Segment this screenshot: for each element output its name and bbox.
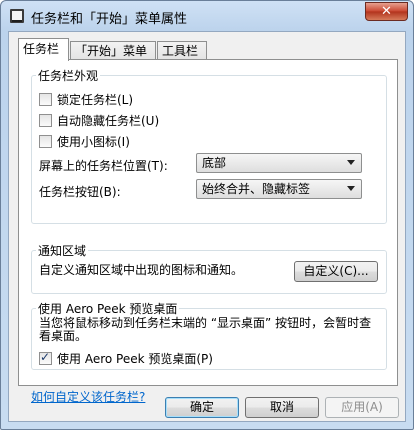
notification-legend: 通知区域 <box>36 242 89 259</box>
dialog-client-area: 任务栏 「开始」菜单 工具栏 任务栏外观 锁定任务栏(L) 自动隐藏任务栏(U)… <box>8 31 406 422</box>
small-icons-label: 使用小图标(I) <box>57 135 130 149</box>
title-bar[interactable]: 任务栏和「开始」菜单属性 ✕ <box>1 1 413 31</box>
window-title: 任务栏和「开始」菜单属性 <box>31 12 188 27</box>
aeropeek-description: 当您将鼠标移动到任务栏末端的 “显示桌面” 按钮时，会暂时查看桌面。 <box>39 316 372 343</box>
help-link[interactable]: 如何自定义该任务栏? <box>31 388 145 405</box>
taskbar-properties-icon <box>10 9 24 23</box>
tab-start-menu[interactable]: 「开始」菜单 <box>70 41 156 60</box>
close-icon: ✕ <box>381 4 392 19</box>
position-select[interactable]: 底部 <box>196 153 362 173</box>
tab-toolbars[interactable]: 工具栏 <box>157 41 207 60</box>
lock-taskbar-row[interactable]: 锁定任务栏(L) <box>39 91 133 108</box>
tab-taskbar[interactable]: 任务栏 <box>18 38 69 61</box>
close-button[interactable]: ✕ <box>365 2 408 21</box>
aeropeek-legend: 使用 Aero Peek 预览桌面 <box>36 300 180 317</box>
properties-window: 任务栏和「开始」菜单属性 ✕ 任务栏 「开始」菜单 工具栏 任务栏外观 锁定任务… <box>0 0 414 430</box>
chevron-down-icon <box>347 186 355 191</box>
autohide-row[interactable]: 自动隐藏任务栏(U) <box>39 112 159 129</box>
cancel-button[interactable]: 取消 <box>245 397 319 418</box>
lock-taskbar-checkbox[interactable] <box>39 93 52 106</box>
autohide-label: 自动隐藏任务栏(U) <box>57 114 160 128</box>
small-icons-checkbox[interactable] <box>39 135 52 148</box>
position-label: 屏幕上的任务栏位置(T): <box>39 159 168 173</box>
notification-text: 自定义通知区域中出现的图标和通知。 <box>39 263 244 277</box>
chevron-down-icon <box>347 160 355 165</box>
aeropeek-row[interactable]: 使用 Aero Peek 预览桌面(P) <box>39 350 213 367</box>
buttons-select[interactable]: 始终合并、隐藏标签 <box>196 179 362 199</box>
lock-taskbar-label: 锁定任务栏(L) <box>57 93 134 107</box>
buttons-value: 始终合并、隐藏标签 <box>202 182 311 196</box>
buttons-label: 任务栏按钮(B): <box>39 185 121 199</box>
tab-panel: 任务栏外观 锁定任务栏(L) 自动隐藏任务栏(U) 使用小图标(I) 屏幕上的任… <box>18 59 398 404</box>
autohide-checkbox[interactable] <box>39 114 52 127</box>
appearance-legend: 任务栏外观 <box>36 67 101 84</box>
aeropeek-label: 使用 Aero Peek 预览桌面(P) <box>57 352 213 366</box>
apply-button[interactable]: 应用(A) <box>325 397 399 418</box>
ok-button[interactable]: 确定 <box>165 397 239 418</box>
small-icons-row[interactable]: 使用小图标(I) <box>39 133 130 150</box>
customize-button[interactable]: 自定义(C)... <box>294 261 378 282</box>
position-value: 底部 <box>202 156 227 170</box>
aeropeek-checkbox[interactable] <box>39 350 52 365</box>
